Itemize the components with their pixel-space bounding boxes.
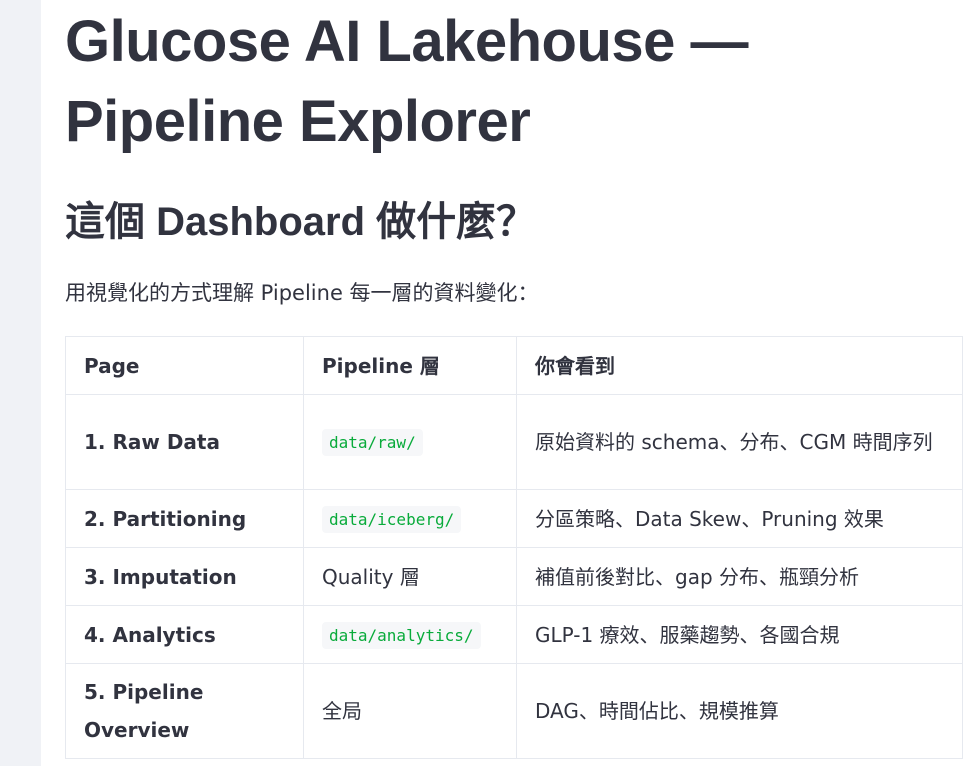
header-page: Page xyxy=(65,336,304,395)
page-title: Glucose AI Lakehouse — Pipeline Explorer xyxy=(65,9,749,154)
table-header-row: Page Pipeline 層 你會看到 xyxy=(65,336,963,395)
cell-page: 5. Pipeline Overview xyxy=(65,663,304,759)
pages-table: Page Pipeline 層 你會看到 1. Raw Data data/ra… xyxy=(65,336,963,759)
intro-text: 用視覺化的方式理解 Pipeline 每一層的資料變化： xyxy=(65,281,539,305)
cell-page: 4. Analytics xyxy=(65,605,304,664)
cell-see: DAG、時間佔比、規模推算 xyxy=(516,663,963,759)
table-row: 3. Imputation Quality 層 補值前後對比、gap 分布、瓶頸… xyxy=(65,547,963,606)
cell-layer: 全局 xyxy=(303,663,517,759)
cell-page: 1. Raw Data xyxy=(65,394,304,490)
cell-see: 原始資料的 schema、分布、CGM 時間序列 xyxy=(516,394,963,490)
sidebar-collapsed-strip xyxy=(0,0,41,766)
header-pipeline-layer: Pipeline 層 xyxy=(303,336,517,395)
section-title: 這個 Dashboard 做什麼？ xyxy=(65,200,537,244)
cell-layer: Quality 層 xyxy=(303,547,517,606)
table-row: 2. Partitioning data/iceberg/ 分區策略、Data … xyxy=(65,489,963,548)
cell-layer: data/iceberg/ xyxy=(303,489,517,548)
cell-see: GLP-1 療效、服藥趨勢、各國合規 xyxy=(516,605,963,664)
cell-see: 分區策略、Data Skew、Pruning 效果 xyxy=(516,489,963,548)
cell-layer: data/raw/ xyxy=(303,394,517,490)
header-you-will-see: 你會看到 xyxy=(516,336,963,395)
app-root: Glucose AI Lakehouse — Pipeline Explorer… xyxy=(0,0,972,766)
cell-page: 3. Imputation xyxy=(65,547,304,606)
pages-table-wrapper: Page Pipeline 層 你會看到 1. Raw Data data/ra… xyxy=(65,336,963,759)
table-row: 5. Pipeline Overview 全局 DAG、時間佔比、規模推算 xyxy=(65,663,963,759)
layer-code: data/analytics/ xyxy=(322,621,481,649)
layer-code: data/raw/ xyxy=(322,429,423,456)
table-row: 4. Analytics data/analytics/ GLP-1 療效、服藥… xyxy=(65,605,963,664)
cell-see: 補值前後對比、gap 分布、瓶頸分析 xyxy=(516,547,963,606)
layer-code: data/iceberg/ xyxy=(322,505,462,533)
table-row: 1. Raw Data data/raw/ 原始資料的 schema、分布、CG… xyxy=(65,394,963,490)
cell-page: 2. Partitioning xyxy=(65,489,304,548)
cell-layer: data/analytics/ xyxy=(303,605,517,664)
